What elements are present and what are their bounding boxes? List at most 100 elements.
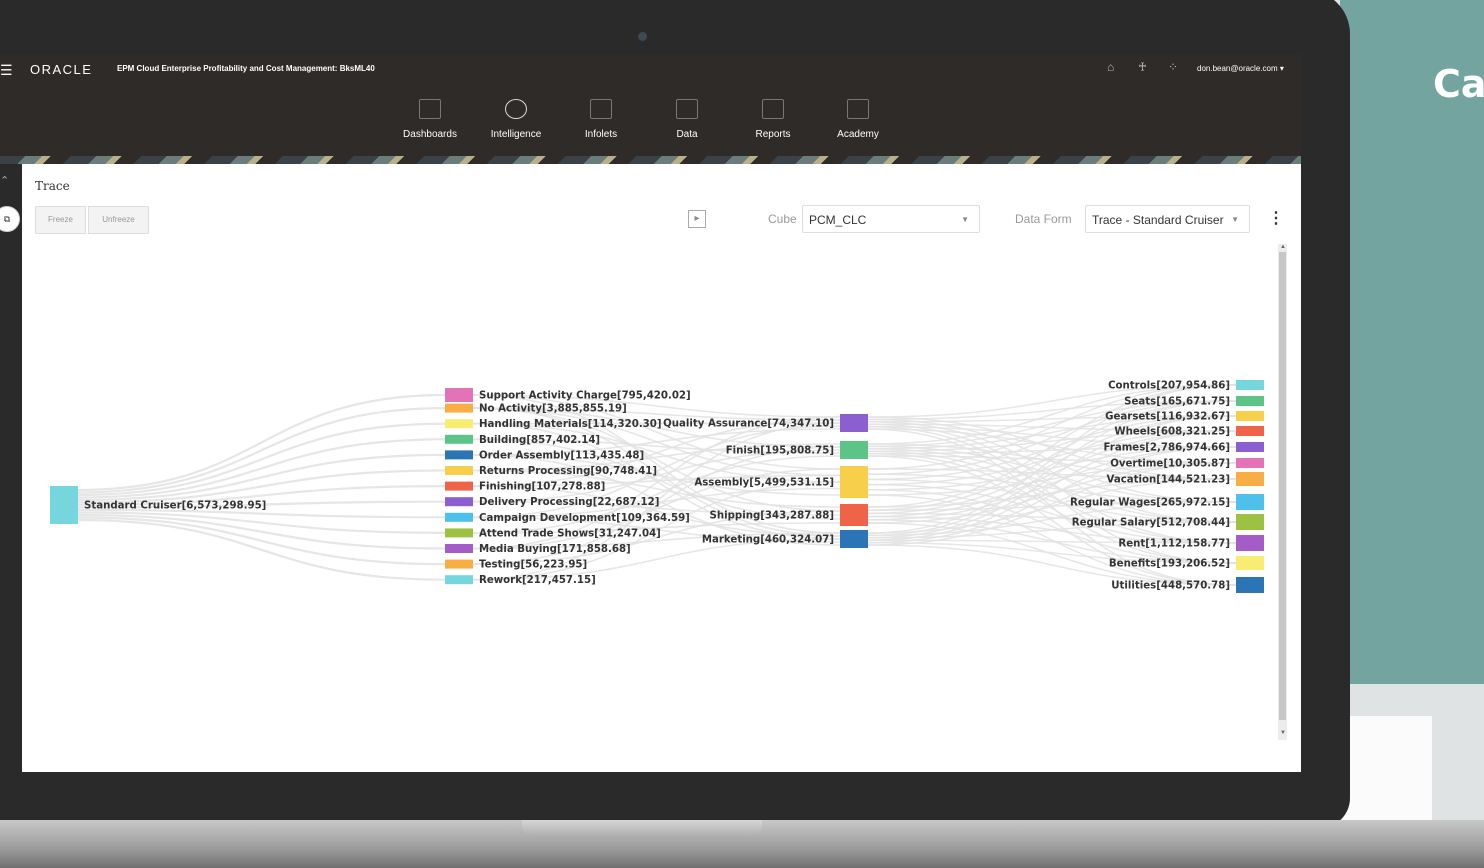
- navigator-icon[interactable]: ⁘: [1168, 60, 1178, 74]
- scroll-up-icon[interactable]: ▲: [1280, 244, 1286, 250]
- sankey-node[interactable]: [445, 450, 473, 460]
- sankey-node[interactable]: [445, 434, 473, 444]
- sankey-link: [77, 422, 446, 497]
- sankey-node[interactable]: [1236, 494, 1264, 510]
- sankey-node-label: Finishing[107,278.88]: [479, 482, 605, 493]
- sankey-node[interactable]: [445, 403, 473, 413]
- sankey-links: [77, 384, 1237, 586]
- sankey-node-label: Controls[207,954.86]: [1108, 381, 1230, 392]
- sankey-node[interactable]: [445, 528, 473, 538]
- sankey-node[interactable]: [1236, 472, 1264, 486]
- banner-text: Ca: [1433, 62, 1484, 106]
- sankey-node-label: Media Buying[171,858.68]: [479, 544, 631, 555]
- sankey-node[interactable]: [1236, 577, 1264, 593]
- left-rail: [0, 164, 22, 772]
- sankey-node-label: Wheels[608,321.25]: [1114, 427, 1230, 438]
- sankey-node[interactable]: [445, 544, 473, 553]
- nav-label: Infolets: [584, 129, 618, 140]
- sankey-node-label: Vacation[144,521.23]: [1107, 475, 1231, 486]
- nav-reports[interactable]: Reports: [733, 99, 813, 140]
- oracle-logo: ORACLE: [30, 62, 93, 77]
- nav-intelligence[interactable]: Intelligence: [476, 99, 556, 140]
- sankey-node-label: Assembly[5,499,531.15]: [694, 478, 834, 489]
- sankey-node-label: Rework[217,457.15]: [479, 575, 596, 586]
- sankey-node[interactable]: [1236, 514, 1264, 530]
- collapse-up-icon[interactable]: ⌃: [0, 174, 9, 187]
- sankey-node[interactable]: [445, 419, 473, 429]
- sankey-node[interactable]: [1236, 458, 1264, 468]
- sankey-node[interactable]: [445, 481, 473, 491]
- nav-dashboards[interactable]: Dashboards: [390, 99, 470, 140]
- sankey-link: [77, 516, 446, 566]
- sankey-link: [77, 407, 446, 494]
- sankey-node[interactable]: [445, 575, 473, 585]
- sankey-node-label: Gearsets[116,932.67]: [1105, 412, 1230, 423]
- sankey-node-label: Benefits[193,206.52]: [1109, 559, 1230, 570]
- sankey-node-label: Regular Wages[265,972.15]: [1070, 498, 1230, 509]
- sankey-node[interactable]: [1236, 535, 1264, 551]
- sankey-node-label: Standard Cruiser[6,573,298.95]: [84, 501, 266, 512]
- sankey-node-label: Testing[56,223.95]: [479, 560, 587, 571]
- nav-label: Data: [676, 129, 698, 140]
- sankey-link: [867, 400, 1237, 448]
- intelligence-icon: [505, 99, 527, 119]
- sankey-node[interactable]: [1236, 411, 1264, 421]
- sankey-node[interactable]: [840, 414, 868, 432]
- sankey-node[interactable]: [1236, 442, 1264, 452]
- webcam: [638, 32, 647, 41]
- laptop-notch: [522, 820, 762, 838]
- sankey-nodes: Standard Cruiser[6,573,298.95] Support Ac…: [50, 380, 1264, 593]
- nav-infolets[interactable]: Infolets: [561, 99, 641, 140]
- sankey-node[interactable]: [840, 530, 868, 548]
- sankey-node[interactable]: [445, 559, 473, 569]
- sankey-node-label: Overtime[10,305.87]: [1110, 459, 1230, 470]
- nav-academy[interactable]: Academy: [818, 99, 898, 140]
- sankey-node-label: Rent[1,112,158.77]: [1118, 539, 1230, 550]
- academy-icon: [847, 99, 869, 119]
- scrollbar-thumb[interactable]: [1279, 252, 1286, 720]
- sankey-node-label: Marketing[460,324.07]: [702, 535, 834, 546]
- data-icon: [676, 99, 698, 119]
- nav-label: Reports: [755, 129, 791, 140]
- sankey-node[interactable]: [445, 512, 473, 522]
- sankey-node[interactable]: [50, 486, 78, 524]
- sankey-node[interactable]: [445, 466, 473, 475]
- nav-data[interactable]: Data: [647, 99, 727, 140]
- nav-label: Academy: [837, 129, 879, 140]
- app-title: EPM Cloud Enterprise Profitability and C…: [117, 64, 375, 73]
- sankey-link: [77, 393, 446, 492]
- user-menu[interactable]: don.bean@oracle.com ▾: [1197, 64, 1284, 73]
- trace-panel: Trace Freeze Unfreeze ▸ Cube PCM_CLC ▼ D…: [22, 164, 1301, 772]
- sankey-node[interactable]: [840, 441, 868, 459]
- sankey-node[interactable]: [1236, 556, 1264, 570]
- nav-label: Dashboards: [403, 129, 457, 140]
- scroll-down-icon[interactable]: ▼: [1280, 730, 1286, 736]
- sankey-node-label: Building[857,402.14]: [479, 435, 600, 446]
- sankey-link: [77, 518, 446, 581]
- sankey-node[interactable]: [445, 388, 473, 402]
- sankey-node[interactable]: [1236, 426, 1264, 436]
- home-icon[interactable]: ⌂: [1107, 60, 1114, 74]
- sankey-node-label: Quality Assurance[74,347.10]: [663, 419, 834, 430]
- reports-icon: [762, 99, 784, 119]
- sankey-node-label: Order Assembly[113,435.48]: [479, 450, 644, 461]
- sankey-node-label: Delivery Processing[22,687.12]: [479, 497, 659, 508]
- sankey-node[interactable]: [445, 497, 473, 507]
- sankey-node-label: Campaign Development[109,364.59]: [479, 513, 690, 524]
- sankey-node-label: Seats[165,671.75]: [1124, 397, 1230, 408]
- nav-label: Intelligence: [490, 129, 542, 140]
- sankey-node[interactable]: [1236, 380, 1264, 390]
- sankey-node[interactable]: [1236, 396, 1264, 406]
- sankey-node-label: Shipping[343,287.88]: [710, 511, 834, 522]
- accessibility-icon[interactable]: ♰: [1138, 60, 1147, 74]
- sankey-node-label: Support Activity Charge[795,420.02]: [479, 391, 691, 402]
- sankey-node-label: Regular Salary[512,708.44]: [1072, 518, 1230, 529]
- dashboard-icon: [419, 99, 441, 119]
- infolets-icon: [590, 99, 612, 119]
- sankey-node[interactable]: [840, 504, 868, 526]
- sankey-node-label: Returns Processing[90,748.41]: [479, 466, 657, 477]
- sankey-node-label: No Activity[3,885,855.19]: [479, 404, 627, 415]
- hamburger-menu-icon[interactable]: ☰: [0, 62, 13, 79]
- top-header: ☰ ORACLE EPM Cloud Enterprise Profitabil…: [0, 54, 1301, 164]
- sankey-node[interactable]: [840, 466, 868, 498]
